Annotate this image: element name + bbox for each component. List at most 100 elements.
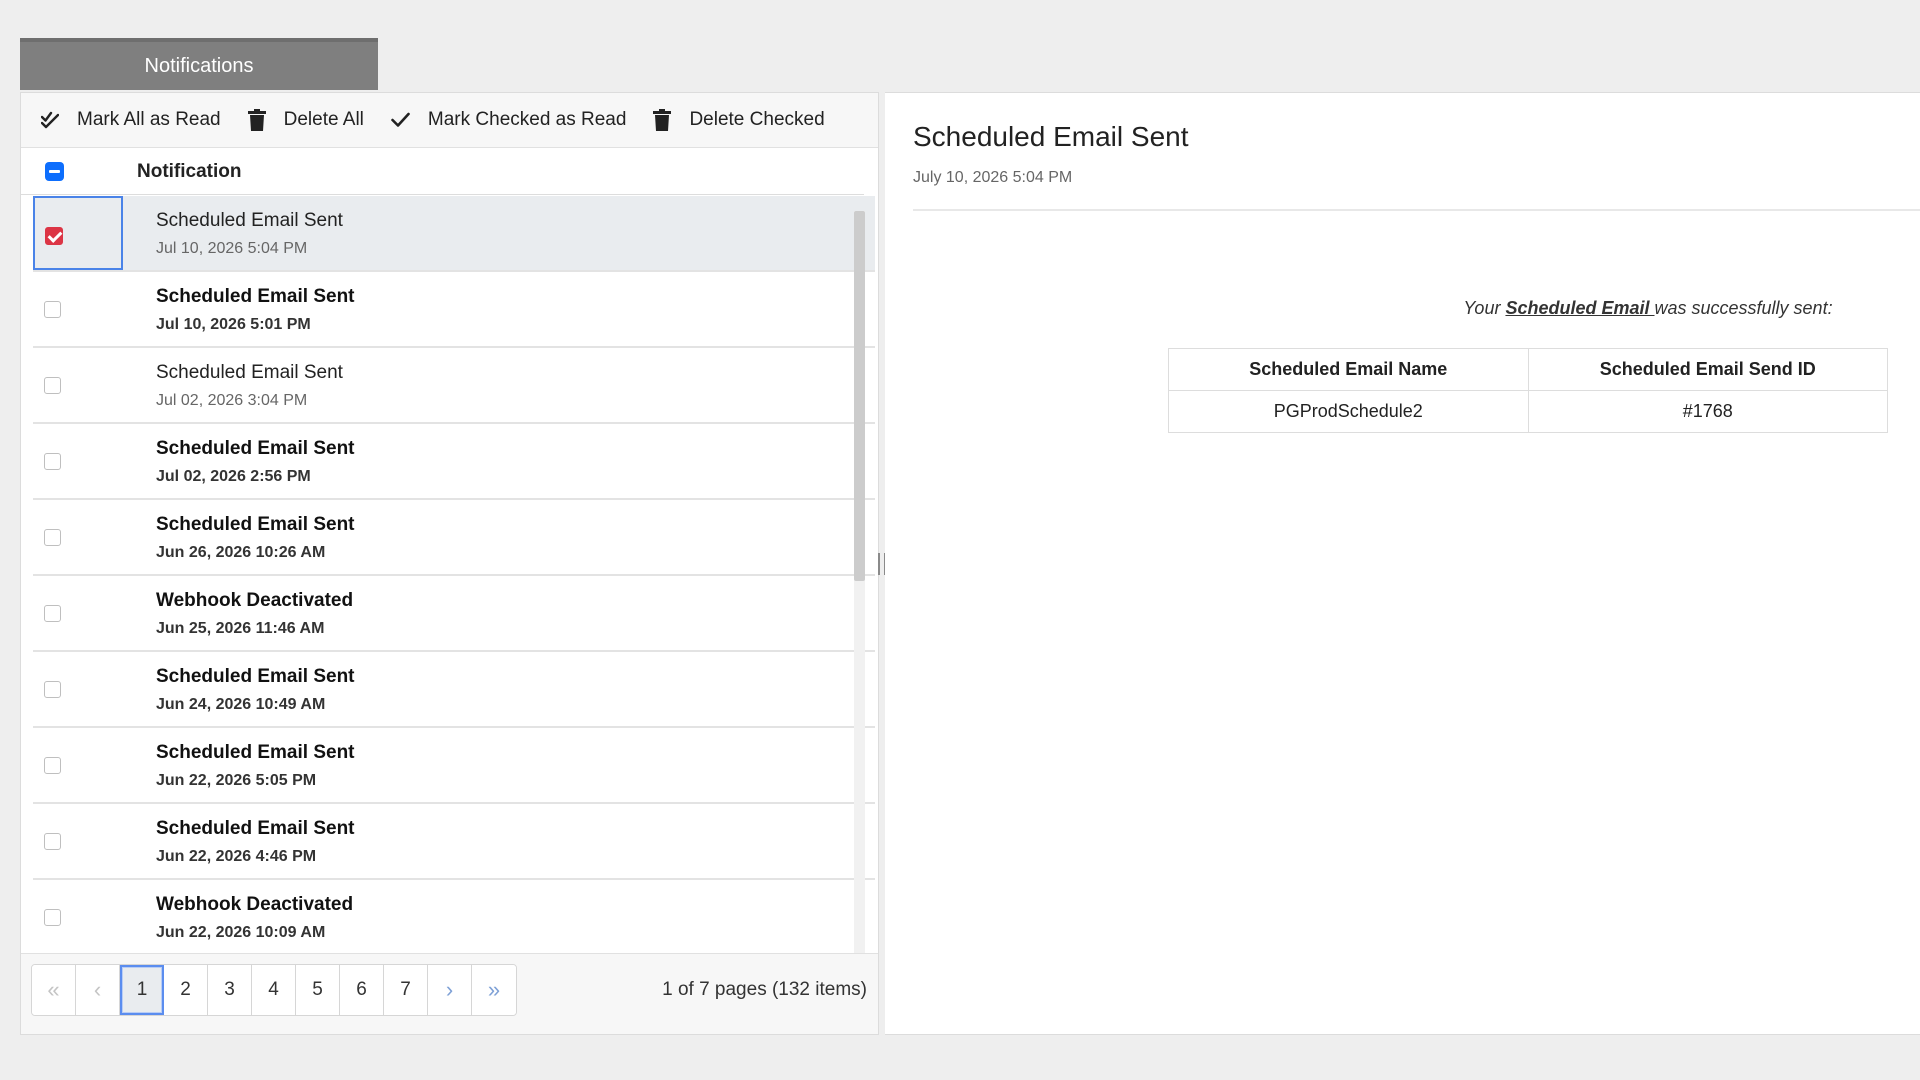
notification-title: Webhook Deactivated: [156, 590, 354, 611]
trash-icon: [247, 109, 266, 131]
page-button-6[interactable]: 6: [340, 965, 384, 1015]
delete-checked-button[interactable]: Delete Checked: [653, 109, 825, 131]
notification-date: Jun 22, 2026 5:05 PM: [156, 772, 317, 789]
row-checkbox[interactable]: [44, 909, 61, 926]
row-checkbox-cell[interactable]: [33, 652, 123, 726]
notification-title: Scheduled Email Sent: [156, 666, 355, 687]
detail-divider: [913, 209, 1920, 211]
mark-checked-read-button[interactable]: Mark Checked as Read: [391, 109, 627, 131]
list-item[interactable]: Scheduled Email Sent Jul 02, 2026 2:56 PM: [33, 424, 875, 500]
message-suffix: was successfully sent:: [1654, 298, 1833, 318]
detail-table-cell: #1768: [1527, 390, 1888, 433]
page-button-4[interactable]: 4: [252, 965, 296, 1015]
row-checkbox-cell[interactable]: [33, 576, 123, 650]
notification-date: Jun 24, 2026 10:49 AM: [156, 696, 326, 713]
row-checkbox[interactable]: [44, 681, 61, 698]
row-checkbox-cell[interactable]: [33, 348, 123, 422]
delete-all-button[interactable]: Delete All: [247, 109, 364, 131]
mark-checked-read-label: Mark Checked as Read: [427, 109, 627, 130]
notification-column-label: Notification: [137, 160, 242, 182]
tab-notifications[interactable]: Notifications: [20, 38, 378, 90]
notification-date: Jun 26, 2026 10:26 AM: [156, 544, 326, 561]
trash-icon: [653, 109, 672, 131]
list-item[interactable]: Webhook Deactivated Jun 22, 2026 10:09 AM: [33, 880, 875, 948]
list-column-header: Notification: [21, 149, 864, 195]
detail-date: July 10, 2026 5:04 PM: [913, 169, 1073, 186]
row-checkbox-checked[interactable]: [45, 227, 63, 245]
row-checkbox[interactable]: [44, 453, 61, 470]
detail-table-header: Scheduled Email Send ID: [1527, 348, 1888, 391]
notification-date: Jul 10, 2026 5:01 PM: [156, 316, 311, 333]
check-icon: [391, 112, 410, 127]
list-item[interactable]: Scheduled Email Sent Jun 26, 2026 10:26 A…: [33, 500, 875, 576]
next-page-button[interactable]: ›: [428, 965, 472, 1015]
notification-date: Jul 10, 2026 5:04 PM: [156, 240, 308, 257]
list-item[interactable]: Webhook Deactivated Jun 25, 2026 11:46 AM: [33, 576, 875, 652]
select-all-checkbox[interactable]: [45, 162, 64, 181]
detail-message: Your Scheduled Email was successfully se…: [1348, 298, 1920, 319]
page-button-3[interactable]: 3: [208, 965, 252, 1015]
row-checkbox-cell[interactable]: [33, 728, 123, 802]
notification-title: Scheduled Email Sent: [156, 742, 355, 763]
row-checkbox-cell[interactable]: [33, 196, 123, 270]
row-checkbox[interactable]: [44, 757, 61, 774]
notification-list: Scheduled Email Sent Jul 10, 2026 5:04 PM…: [33, 196, 875, 948]
notification-title: Scheduled Email Sent: [156, 818, 355, 839]
pager-area: « ‹ 1 2 3 4 5 6 7 › » 1 of 7 pages (132 …: [21, 953, 878, 1034]
notification-title: Scheduled Email Sent: [156, 514, 355, 535]
row-checkbox[interactable]: [44, 377, 61, 394]
mark-all-read-label: Mark All as Read: [77, 109, 221, 130]
pager-info: 1 of 7 pages (132 items): [662, 979, 867, 1000]
tab-label: Notifications: [144, 54, 254, 77]
list-item[interactable]: Scheduled Email Sent Jul 02, 2026 3:04 PM: [33, 348, 875, 424]
notification-date: Jul 02, 2026 3:04 PM: [156, 392, 308, 409]
list-item[interactable]: Scheduled Email Sent Jun 22, 2026 5:05 PM: [33, 728, 875, 804]
row-checkbox-cell[interactable]: [33, 272, 123, 346]
detail-table-cell: PGProdSchedule2: [1168, 390, 1529, 433]
row-checkbox[interactable]: [44, 833, 61, 850]
row-checkbox-cell[interactable]: [33, 804, 123, 878]
notification-date: Jun 25, 2026 11:46 AM: [156, 620, 325, 637]
list-item[interactable]: Scheduled Email Sent Jun 22, 2026 4:46 PM: [33, 804, 875, 880]
notification-title: Scheduled Email Sent: [156, 362, 343, 383]
prev-page-button[interactable]: ‹: [76, 965, 120, 1015]
detail-table-row: PGProdSchedule2 #1768: [1168, 390, 1888, 433]
double-check-icon: [41, 111, 59, 129]
list-scrollbar-thumb[interactable]: [854, 211, 865, 581]
first-page-button[interactable]: «: [32, 965, 76, 1015]
page-button-2[interactable]: 2: [164, 965, 208, 1015]
scheduled-email-link[interactable]: Scheduled Email: [1505, 298, 1654, 318]
page-button-1[interactable]: 1: [120, 965, 164, 1015]
notification-title: Scheduled Email Sent: [156, 210, 343, 231]
notification-list-panel: Mark All as Read Delete All Mark Checked…: [20, 92, 879, 1035]
last-page-button[interactable]: »: [472, 965, 516, 1015]
page-button-7[interactable]: 7: [384, 965, 428, 1015]
notification-title: Webhook Deactivated: [156, 894, 354, 915]
row-checkbox[interactable]: [44, 301, 61, 318]
row-checkbox-cell[interactable]: [33, 500, 123, 574]
notification-title: Scheduled Email Sent: [156, 286, 355, 307]
toolbar: Mark All as Read Delete All Mark Checked…: [21, 93, 878, 148]
row-checkbox-cell[interactable]: [33, 880, 123, 948]
notification-date: Jun 22, 2026 4:46 PM: [156, 848, 317, 865]
delete-checked-label: Delete Checked: [689, 109, 825, 130]
notification-date: Jun 22, 2026 10:09 AM: [156, 924, 326, 941]
detail-table-header: Scheduled Email Name: [1168, 348, 1529, 391]
detail-table-header-row: Scheduled Email Name Scheduled Email Sen…: [1168, 348, 1888, 391]
row-checkbox[interactable]: [44, 529, 61, 546]
list-item[interactable]: Scheduled Email Sent Jul 10, 2026 5:01 PM: [33, 272, 875, 348]
page-button-5[interactable]: 5: [296, 965, 340, 1015]
detail-title: Scheduled Email Sent: [913, 121, 1189, 152]
notification-date: Jul 02, 2026 2:56 PM: [156, 468, 311, 485]
pagination: « ‹ 1 2 3 4 5 6 7 › »: [31, 964, 517, 1016]
row-checkbox-cell[interactable]: [33, 424, 123, 498]
mark-all-read-button[interactable]: Mark All as Read: [41, 109, 221, 131]
list-item[interactable]: Scheduled Email Sent Jun 24, 2026 10:49 A…: [33, 652, 875, 728]
notification-title: Scheduled Email Sent: [156, 438, 355, 459]
delete-all-label: Delete All: [283, 109, 364, 130]
list-item[interactable]: Scheduled Email Sent Jul 10, 2026 5:04 PM: [33, 196, 875, 272]
row-checkbox[interactable]: [44, 605, 61, 622]
detail-table: Scheduled Email Name Scheduled Email Sen…: [1168, 348, 1888, 433]
message-prefix: Your: [1463, 298, 1506, 318]
notification-detail-panel: Scheduled Email Sent July 10, 2026 5:04 …: [885, 92, 1920, 1035]
